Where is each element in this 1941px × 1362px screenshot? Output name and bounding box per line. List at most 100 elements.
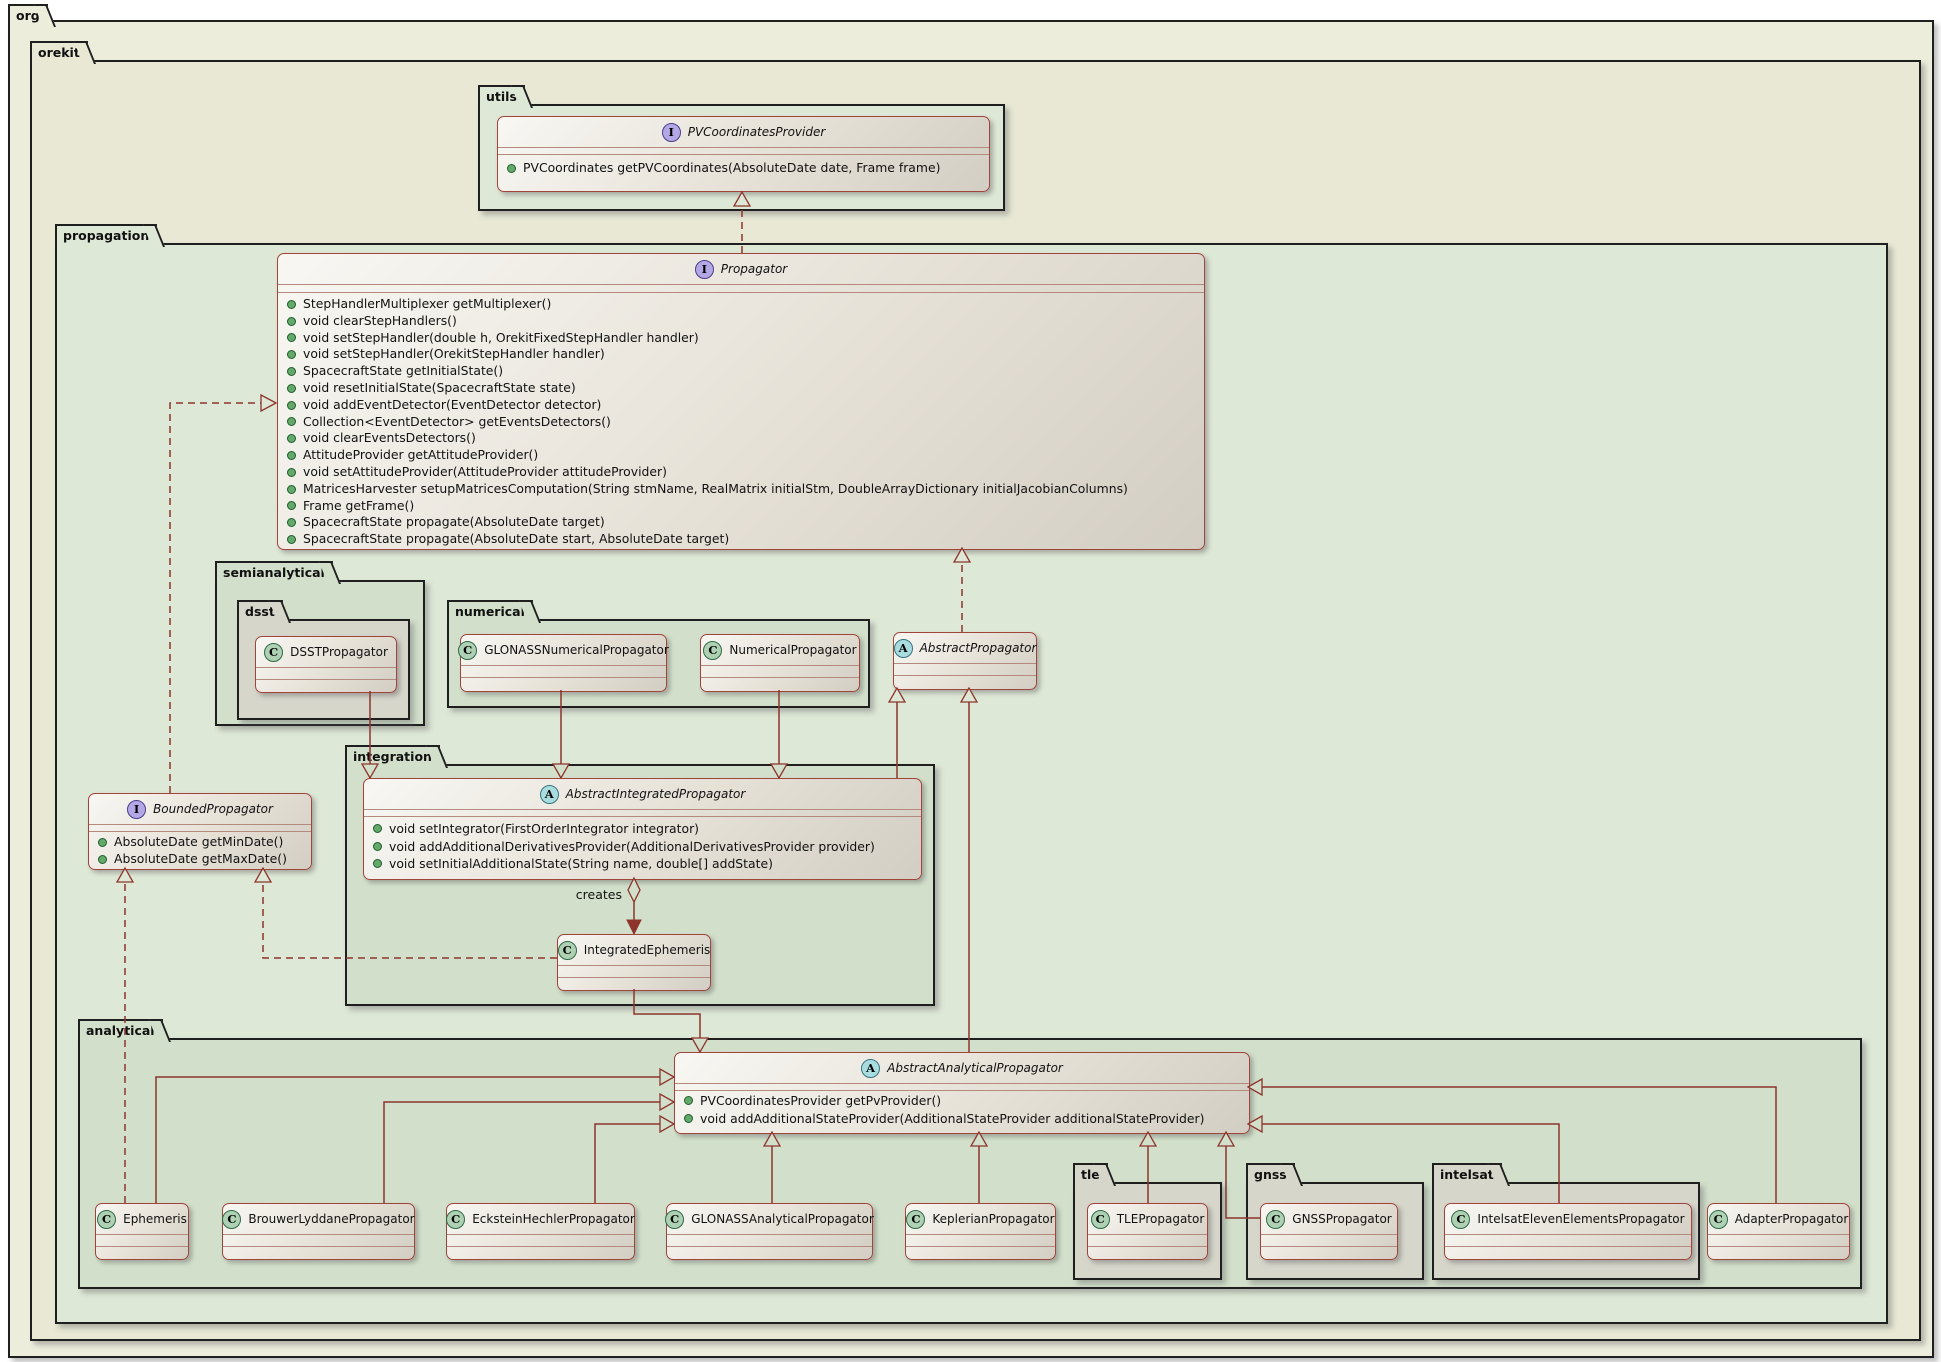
public-method-icon: [287, 350, 296, 359]
package-utils-tab: utils: [478, 85, 525, 106]
class-title: C DSSTPropagator: [256, 637, 396, 667]
method-item: void resetInitialState(SpacecraftState s…: [287, 380, 1198, 397]
class-name: Ephemeris: [123, 1212, 187, 1226]
class-name: AbstractIntegratedPropagator: [566, 787, 746, 801]
method-item: void clearStepHandlers(): [287, 313, 1198, 330]
class-name: BrouwerLyddanePropagator: [248, 1212, 414, 1226]
class-icon: C: [1266, 1210, 1285, 1229]
class-name: AdapterPropagator: [1735, 1212, 1849, 1226]
method-item: void setIntegrator(FirstOrderIntegrator …: [373, 820, 915, 838]
class-title: C NumericalPropagator: [701, 635, 859, 665]
class-title: C BrouwerLyddanePropagator: [223, 1204, 414, 1234]
method-item: void addAdditionalStateProvider(Addition…: [684, 1110, 1243, 1128]
package-analytical-tab: analytical: [78, 1019, 163, 1040]
abstract-class-icon: A: [894, 639, 913, 658]
public-method-icon: [684, 1096, 693, 1105]
class-icon: C: [264, 643, 283, 662]
package-org-tab: org: [8, 4, 48, 25]
class-title: C IntelsatElevenElementsPropagator: [1445, 1204, 1691, 1234]
class-box-brouwerlyddanepropagator: C BrouwerLyddanePropagator: [222, 1203, 415, 1260]
package-numerical-tab: numerical: [447, 600, 533, 621]
class-box-abstractintegratedpropagator: A AbstractIntegratedPropagator void setI…: [363, 778, 922, 880]
method-item: SpacecraftState propagate(AbsoluteDate t…: [287, 514, 1198, 531]
package-semianalytical-label: semianalytical: [223, 565, 325, 580]
public-method-icon: [287, 417, 296, 426]
class-title: A AbstractAnalyticalPropagator: [675, 1053, 1249, 1083]
abstract-class-icon: A: [540, 785, 559, 804]
method-item: AttitudeProvider getAttitudeProvider(): [287, 447, 1198, 464]
interface-icon: I: [127, 800, 146, 819]
class-name: IntegratedEphemeris: [584, 943, 711, 957]
method-item: SpacecraftState getInitialState(): [287, 363, 1198, 380]
public-method-icon: [287, 401, 296, 410]
package-gnss-label: gnss: [1254, 1167, 1287, 1182]
class-title: A AbstractPropagator: [894, 633, 1036, 663]
class-name: AbstractAnalyticalPropagator: [887, 1061, 1063, 1075]
method-item: PVCoordinates getPVCoordinates(AbsoluteD…: [507, 160, 983, 177]
uml-class-diagram: org orekit propagation utils semianalyti…: [0, 0, 1941, 1362]
public-method-icon: [287, 300, 296, 309]
package-utils-label: utils: [486, 89, 517, 104]
class-name: AbstractPropagator: [920, 641, 1037, 655]
package-integration-label: integration: [353, 749, 432, 764]
public-method-icon: [98, 855, 107, 864]
class-box-tlepropagator: C TLEPropagator: [1087, 1203, 1208, 1260]
class-title: C AdapterPropagator: [1708, 1204, 1849, 1234]
class-box-numericalpropagator: C NumericalPropagator: [700, 634, 860, 692]
class-icon: C: [1451, 1210, 1470, 1229]
public-method-icon: [287, 535, 296, 544]
class-icon: C: [97, 1210, 116, 1229]
class-title: C GNSSPropagator: [1261, 1204, 1397, 1234]
method-item: void setStepHandler(OrekitStepHandler ha…: [287, 346, 1198, 363]
package-analytical-label: analytical: [86, 1023, 155, 1038]
public-method-icon: [287, 333, 296, 342]
class-title: I BoundedPropagator: [89, 794, 311, 824]
public-method-icon: [287, 317, 296, 326]
class-icon: C: [703, 641, 722, 660]
class-title: I PVCoordinatesProvider: [498, 117, 989, 147]
method-item: Collection<EventDetector> getEventsDetec…: [287, 414, 1198, 431]
class-box-abstractpropagator: A AbstractPropagator: [893, 632, 1037, 690]
method-item: StepHandlerMultiplexer getMultiplexer(): [287, 296, 1198, 313]
public-method-icon: [287, 501, 296, 510]
class-box-ecksteinhechlerpropagator: C EcksteinHechlerPropagator: [446, 1203, 635, 1260]
class-title: C GLONASSAnalyticalPropagator: [667, 1204, 872, 1234]
class-title: C EcksteinHechlerPropagator: [447, 1204, 634, 1234]
public-method-icon: [287, 451, 296, 460]
class-name: Propagator: [721, 262, 787, 276]
package-semianalytical-tab: semianalytical: [215, 561, 333, 582]
package-propagation-label: propagation: [63, 228, 149, 243]
method-item: PVCoordinatesProvider getPvProvider(): [684, 1092, 1243, 1110]
class-box-adapterpropagator: C AdapterPropagator: [1707, 1203, 1850, 1260]
class-icon: C: [458, 641, 477, 660]
method-item: void addAdditionalDerivativesProvider(Ad…: [373, 838, 915, 856]
package-dsst-label: dsst: [245, 604, 275, 619]
class-box-gnsspropagator: C GNSSPropagator: [1260, 1203, 1398, 1260]
class-box-ephemeris: C Ephemeris: [95, 1203, 189, 1260]
public-method-icon: [373, 859, 382, 868]
method-item: AbsoluteDate getMinDate(): [98, 834, 305, 851]
package-propagation-tab: propagation: [55, 224, 157, 245]
class-box-glonassnumericalpropagator: C GLONASSNumericalPropagator: [460, 634, 667, 692]
method-item: void setInitialAdditionalState(String na…: [373, 855, 915, 873]
class-name: GLONASSAnalyticalPropagator: [691, 1212, 874, 1226]
public-method-icon: [98, 838, 107, 847]
class-icon: C: [446, 1210, 465, 1229]
class-name: DSSTPropagator: [290, 645, 388, 659]
public-method-icon: [287, 468, 296, 477]
class-icon: C: [906, 1210, 925, 1229]
public-method-icon: [287, 384, 296, 393]
class-box-integratedephemeris: C IntegratedEphemeris: [557, 934, 711, 991]
edge-label-creates: creates: [550, 887, 622, 902]
class-name: EcksteinHechlerPropagator: [472, 1212, 635, 1226]
class-name: KeplerianPropagator: [932, 1212, 1054, 1226]
public-method-icon: [684, 1114, 693, 1123]
class-name: GNSSPropagator: [1292, 1212, 1391, 1226]
public-method-icon: [287, 367, 296, 376]
class-icon: C: [1091, 1210, 1110, 1229]
class-name: IntelsatElevenElementsPropagator: [1477, 1212, 1684, 1226]
class-box-keplerianpropagator: C KeplerianPropagator: [905, 1203, 1056, 1260]
method-item: void setAttitudeProvider(AttitudeProvide…: [287, 464, 1198, 481]
method-item: AbsoluteDate getMaxDate(): [98, 851, 305, 868]
class-title: C TLEPropagator: [1088, 1204, 1207, 1234]
